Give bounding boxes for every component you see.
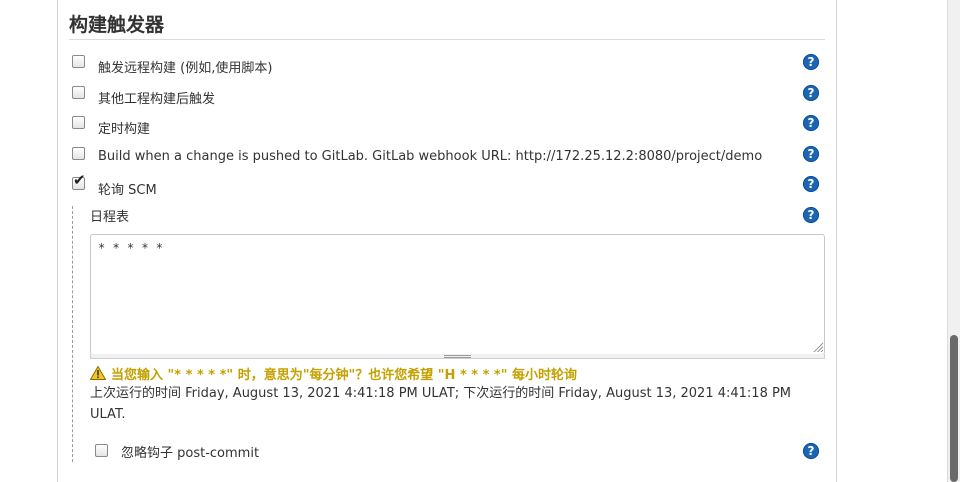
- cron-warning-message: 当您输入 "* * * * *" 时，意思为"每分钟"？也许您希望 "H * *…: [111, 368, 578, 383]
- trigger-poll-scm-label: 轮询 SCM: [98, 183, 157, 198]
- help-icon[interactable]: ?: [803, 54, 819, 70]
- section-title: 构建触发器: [69, 14, 165, 36]
- page-scrollbar-thumb[interactable]: [950, 335, 958, 482]
- help-icon[interactable]: ?: [803, 115, 819, 131]
- resize-handle-icon[interactable]: [812, 341, 823, 352]
- trigger-poll-scm-checkbox[interactable]: ✔: [72, 173, 86, 190]
- ignore-post-commit-checkbox[interactable]: [95, 444, 108, 457]
- trigger-gitlab-checkbox[interactable]: [72, 147, 85, 160]
- drag-grip-icon: [444, 355, 471, 358]
- section-divider: [69, 39, 825, 40]
- checkmark-icon: ✔: [73, 171, 86, 189]
- trigger-remote-label: 触发远程构建 (例如,使用脚本): [98, 61, 273, 76]
- help-icon[interactable]: ?: [803, 443, 819, 459]
- schedule-label: 日程表: [90, 210, 130, 225]
- help-icon[interactable]: ?: [803, 146, 819, 162]
- schedule-run-info: 上次运行的时间 Friday, August 13, 2021 4:41:18 …: [90, 386, 792, 422]
- help-icon[interactable]: ?: [803, 176, 819, 192]
- trigger-upstream-checkbox[interactable]: [72, 86, 85, 99]
- trigger-upstream-label: 其他工程构建后触发: [98, 92, 216, 107]
- schedule-textarea[interactable]: * * * * *: [90, 234, 825, 355]
- nested-section-guide: [72, 206, 73, 462]
- trigger-gitlab-label: Build when a change is pushed to GitLab.…: [98, 149, 763, 164]
- trigger-timer-label: 定时构建: [98, 122, 151, 137]
- help-icon[interactable]: ?: [803, 207, 819, 223]
- ignore-post-commit-label: 忽略钩子 post-commit: [121, 446, 260, 461]
- help-icon[interactable]: ?: [803, 85, 819, 101]
- warning-triangle-icon: [90, 366, 106, 380]
- trigger-timer-checkbox[interactable]: [72, 116, 85, 129]
- trigger-remote-checkbox[interactable]: [72, 55, 85, 68]
